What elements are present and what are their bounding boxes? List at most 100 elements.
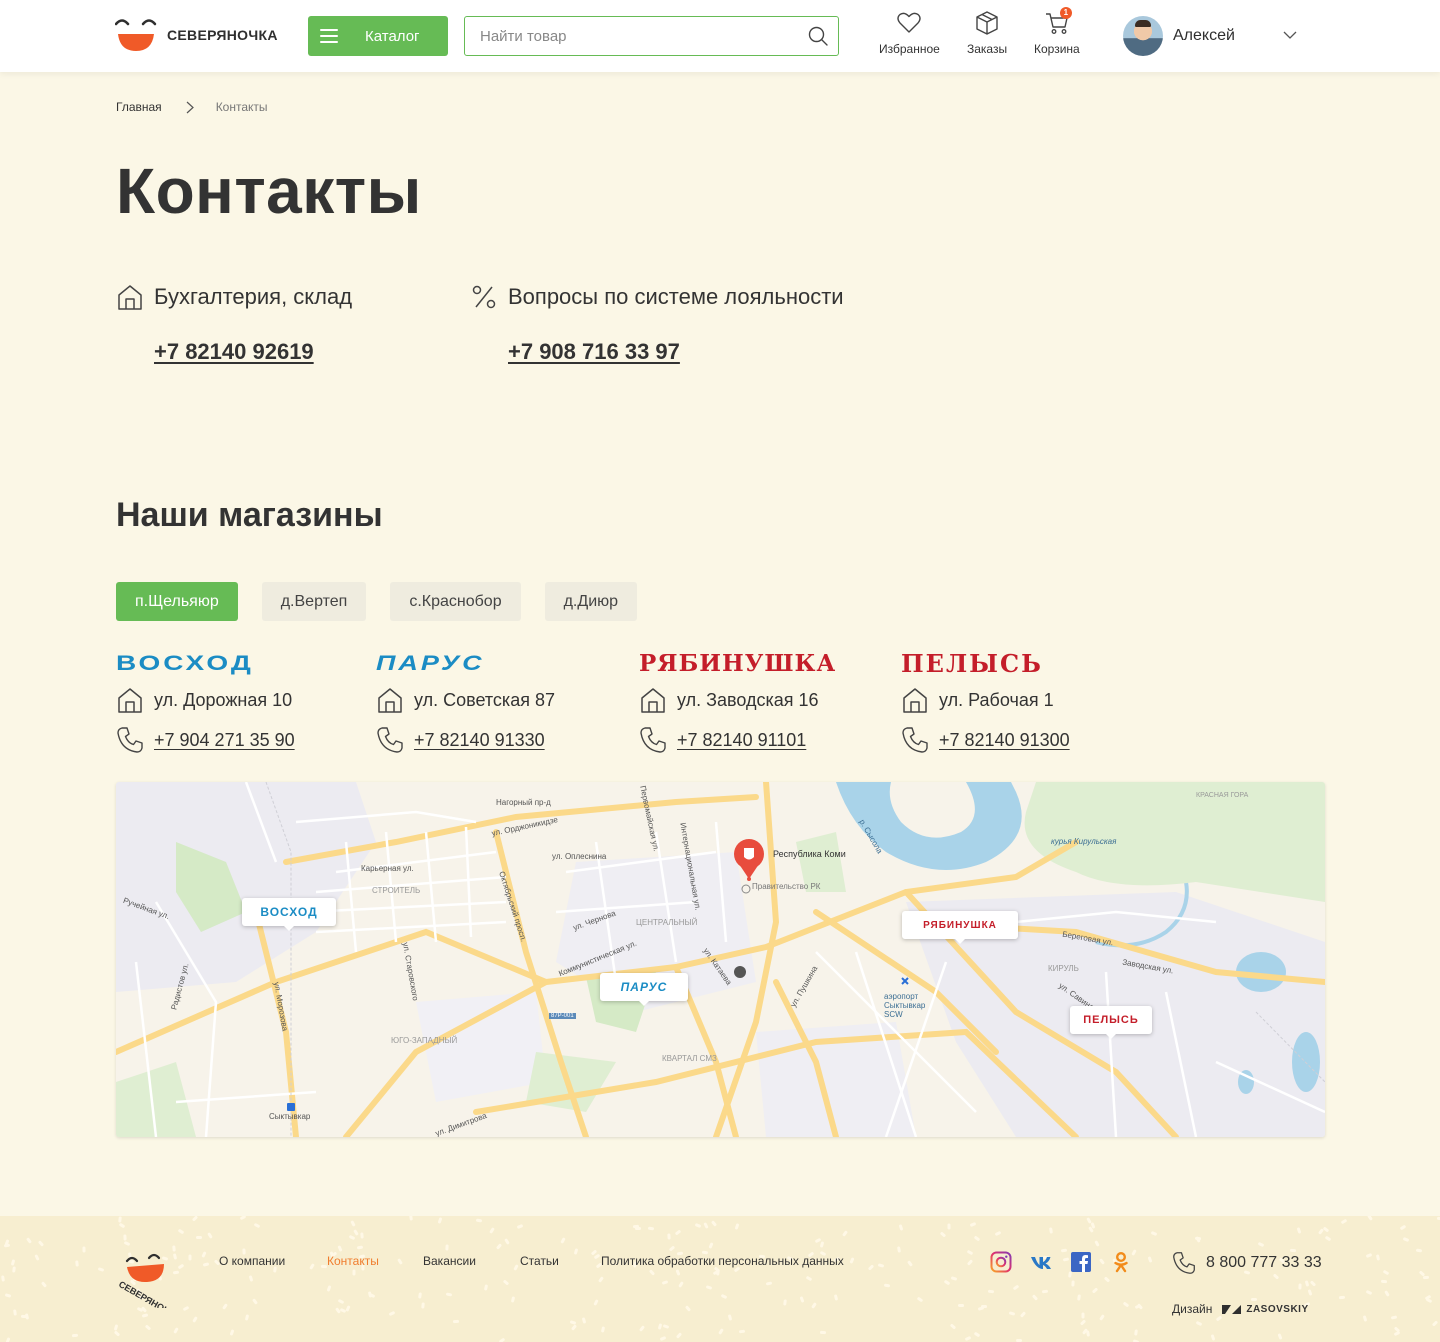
footer-pattern-speck xyxy=(1296,1227,1302,1234)
footer-pattern-speck xyxy=(516,1223,524,1230)
map-label: КРАСНАЯ ГОРА xyxy=(1196,792,1249,799)
footer-pattern-speck xyxy=(1422,1275,1430,1280)
footer-pattern-speck xyxy=(1031,1294,1039,1301)
store-address-row: ул. Дорожная 10 xyxy=(116,686,295,714)
chevron-right-icon xyxy=(186,101,194,113)
footer-pattern-speck xyxy=(684,1305,692,1312)
map-marker[interactable]: ПАРУС xyxy=(600,973,688,1006)
instagram-icon[interactable] xyxy=(990,1251,1012,1273)
footer-pattern-speck xyxy=(1077,1294,1081,1301)
footer-link-vacancies[interactable]: Вакансии xyxy=(423,1254,476,1268)
store-phone-link[interactable]: +7 82140 91330 xyxy=(414,730,545,751)
footer-phone-number: 8 800 777 33 33 xyxy=(1206,1254,1322,1271)
footer-pattern-speck xyxy=(1380,1279,1388,1284)
map-label: ЦЕНТРАЛЬНЫЙ xyxy=(636,918,698,927)
nav-orders[interactable]: Заказы xyxy=(967,10,1007,56)
footer-link-about[interactable]: О компании xyxy=(219,1254,285,1268)
footer-pattern-speck xyxy=(632,1224,640,1229)
box-icon xyxy=(976,11,998,35)
map-label: ЮГО-ЗАПАДНЫЙ xyxy=(391,1036,458,1045)
tab-location[interactable]: д.Диюр xyxy=(544,582,638,621)
footer-pattern-speck xyxy=(916,1296,924,1303)
footer-pattern-speck xyxy=(1431,1320,1439,1327)
store-card: ПАРУС ул. Советская 87 +7 82140 91330 xyxy=(376,650,555,754)
facebook-icon[interactable] xyxy=(1070,1251,1092,1273)
footer-pattern-speck xyxy=(1099,1314,1105,1321)
store-address: ул. Советская 87 xyxy=(414,689,555,710)
store-phone-link[interactable]: +7 82140 91300 xyxy=(939,730,1070,751)
store-phone-link[interactable]: +7 82140 91101 xyxy=(677,730,806,751)
footer-pattern-speck xyxy=(253,1222,261,1229)
footer-pattern-speck xyxy=(510,1296,516,1303)
tab-location[interactable]: д.Вертеп xyxy=(261,582,367,621)
footer-pattern-speck xyxy=(1382,1269,1390,1276)
footer-pattern-speck xyxy=(966,1259,974,1266)
search-input[interactable] xyxy=(465,17,785,55)
zasovskiy-logo-icon xyxy=(1222,1304,1242,1314)
footer-pattern-speck xyxy=(1367,1216,1373,1221)
footer-pattern-speck xyxy=(1071,1280,1075,1287)
house-icon xyxy=(118,285,142,310)
footer-pattern-speck xyxy=(943,1279,951,1286)
footer-pattern-speck xyxy=(1091,1287,1099,1294)
map-label: КИРУЛЬ xyxy=(1048,964,1079,973)
search-icon[interactable] xyxy=(808,26,828,46)
footer-pattern-speck xyxy=(1062,1257,1070,1262)
footer-pattern-speck xyxy=(705,1285,713,1290)
vk-icon[interactable] xyxy=(1030,1251,1052,1273)
design-credit[interactable]: Дизайн ZASOVSKIY xyxy=(1172,1302,1309,1316)
footer-pattern-speck xyxy=(82,1246,86,1253)
phone-icon xyxy=(377,727,403,753)
footer-pattern-speck xyxy=(350,1220,356,1227)
tab-location[interactable]: с.Краснобор xyxy=(390,582,521,621)
footer-pattern-speck xyxy=(141,1313,149,1318)
footer-pattern-speck xyxy=(118,1216,122,1223)
footer-pattern-speck xyxy=(1415,1248,1423,1253)
contact-phone-link[interactable]: +7 82140 92619 xyxy=(154,339,352,365)
footer-pattern-speck xyxy=(37,1240,45,1247)
footer-phone[interactable]: 8 800 777 33 33 xyxy=(1172,1251,1322,1275)
store-phone-row: +7 82140 91330 xyxy=(376,726,555,754)
footer-pattern-speck xyxy=(805,1275,813,1282)
odnoklassniki-icon[interactable] xyxy=(1110,1251,1132,1273)
breadcrumb-current: Контакты xyxy=(215,100,268,114)
catalog-label: Каталог xyxy=(365,27,420,45)
map-marker[interactable]: ВОСХОД xyxy=(242,898,336,931)
footer-pattern-speck xyxy=(694,1222,702,1229)
footer-link-privacy[interactable]: Политика обработки персональных данных xyxy=(601,1254,844,1268)
footer-pattern-speck xyxy=(10,1259,16,1266)
footer-pattern-speck xyxy=(504,1238,510,1245)
footer-link-contacts[interactable]: Контакты xyxy=(327,1254,379,1268)
store-phone-link[interactable]: +7 904 271 35 90 xyxy=(154,730,295,751)
footer-pattern-speck xyxy=(5,1337,11,1342)
catalog-button[interactable]: Каталог xyxy=(308,16,448,56)
menu-icon xyxy=(320,29,338,43)
breadcrumb-home[interactable]: Главная xyxy=(116,100,162,114)
footer-pattern-speck xyxy=(1012,1284,1020,1291)
footer-pattern-speck xyxy=(222,1303,228,1310)
footer-pattern-speck xyxy=(1086,1217,1092,1224)
store-phone-row: +7 82140 91300 xyxy=(901,726,1070,754)
footer-pattern-speck xyxy=(1399,1224,1407,1231)
footer-pattern-speck xyxy=(966,1249,974,1256)
stores-map[interactable]: Нагорный пр-д ул. Орджоникидзе Первомайс… xyxy=(116,782,1325,1137)
footer-pattern-speck xyxy=(475,1218,483,1223)
chevron-down-icon[interactable] xyxy=(1283,30,1297,40)
footer-pattern-speck xyxy=(898,1224,904,1231)
brand-logo[interactable]: СЕВЕРЯНОЧКА xyxy=(115,16,278,54)
footer-logo[interactable]: СЕВЕРЯНОЧКА xyxy=(114,1238,184,1308)
footer-link-articles[interactable]: Статьи xyxy=(520,1254,559,1268)
contact-phone-link[interactable]: +7 908 716 33 97 xyxy=(508,339,844,365)
map-label: СТРОИТЕЛЬ xyxy=(372,886,421,895)
tab-location[interactable]: п.Щельяюр xyxy=(116,582,238,621)
nav-favorites[interactable]: Избранное xyxy=(879,10,940,56)
map-marker[interactable]: ПЕЛЫСЬ xyxy=(1070,1006,1152,1039)
user-menu[interactable]: Алексей xyxy=(1123,16,1297,56)
footer-pattern-speck xyxy=(326,1285,332,1292)
nav-cart[interactable]: 1 Корзина xyxy=(1034,7,1080,56)
footer-pattern-speck xyxy=(345,1305,351,1312)
map-marker[interactable]: РЯБИНУШКА xyxy=(902,911,1018,944)
footer-pattern-speck xyxy=(867,1264,875,1271)
footer-pattern-speck xyxy=(97,1267,105,1272)
footer-pattern-speck xyxy=(207,1232,213,1239)
